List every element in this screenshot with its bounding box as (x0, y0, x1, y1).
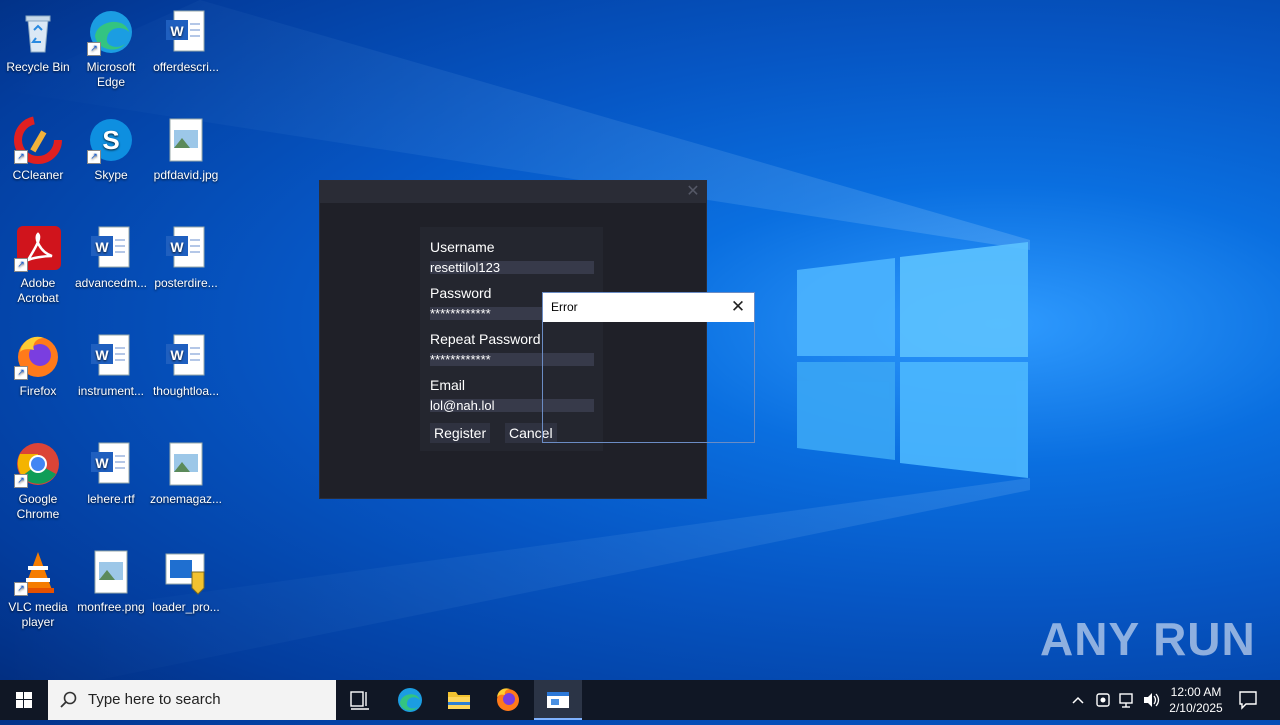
vlc-icon: ↗ (14, 548, 62, 596)
desktop-icon-loader-pro[interactable]: loader_pro... (148, 548, 224, 615)
shortcut-arrow-icon: ↗ (14, 258, 28, 272)
email-label: Email (430, 377, 466, 393)
taskbar: Type here to search 12:00 AM 2/10/2025 (0, 680, 1280, 720)
edge-icon (398, 688, 422, 712)
tray-app-icon[interactable] (1092, 680, 1114, 720)
desktop-icon-vlc[interactable]: ↗ VLC media player (0, 548, 76, 630)
edge-icon: ↗ (87, 8, 135, 56)
svg-text:W: W (170, 347, 184, 363)
desktop-icon-offerdescri[interactable]: W offerdescri... (148, 8, 224, 75)
clock-time: 12:00 AM (1170, 685, 1222, 699)
show-hidden-icons-button[interactable] (1068, 680, 1088, 720)
desktop-icon-recycle-bin[interactable]: Recycle Bin (0, 8, 76, 75)
folder-icon (448, 692, 470, 709)
image-file-icon (87, 548, 135, 596)
image-file-icon (162, 440, 210, 488)
search-placeholder: Type here to search (88, 691, 221, 708)
windows-logo (797, 242, 1028, 478)
word-document-icon: W (87, 440, 135, 488)
desktop-icon-instrument[interactable]: W instrument... (73, 332, 149, 399)
tray-device-icon (1096, 693, 1110, 707)
desktop-icon-adobe-acrobat[interactable]: ↗ Adobe Acrobat (0, 224, 76, 306)
app-window-icon (547, 692, 569, 708)
task-view-button[interactable] (336, 680, 384, 720)
error-dialog-titlebar[interactable]: Error ✕ (543, 293, 754, 322)
word-document-icon: W (87, 332, 135, 380)
window-titlebar[interactable]: ✕ (320, 181, 706, 203)
firefox-icon (497, 688, 519, 711)
svg-text:W: W (170, 23, 184, 39)
desktop-icon-ccleaner[interactable]: ↗ CCleaner (0, 116, 76, 183)
clock-date: 2/10/2025 (1169, 701, 1223, 715)
start-button[interactable] (0, 680, 48, 720)
installer-icon (162, 548, 210, 596)
image-file-icon (162, 116, 210, 164)
taskbar-file-explorer[interactable] (435, 680, 483, 720)
ccleaner-icon: ↗ (14, 116, 62, 164)
close-icon[interactable]: ✕ (684, 183, 702, 201)
register-button[interactable]: Register (430, 423, 491, 443)
task-view-icon (350, 691, 369, 710)
word-document-icon: W (87, 224, 135, 272)
taskbar-clock[interactable]: 12:00 AM 2/10/2025 (1162, 684, 1230, 716)
username-field[interactable]: resettilol123 (430, 261, 594, 274)
svg-text:S: S (102, 125, 119, 155)
svg-text:W: W (95, 455, 109, 471)
network-button[interactable] (1116, 680, 1138, 720)
word-document-icon: W (162, 332, 210, 380)
error-dialog-title: Error (551, 300, 578, 314)
notification-icon (1239, 691, 1257, 710)
shortcut-arrow-icon: ↗ (14, 582, 28, 596)
taskbar-edge[interactable] (386, 680, 434, 720)
chevron-up-icon (1072, 696, 1084, 704)
speaker-icon (1144, 693, 1160, 707)
skype-icon: S ↗ (87, 116, 135, 164)
desktop-icon-advancedm[interactable]: W advancedm... (73, 224, 149, 291)
desktop-icon-firefox[interactable]: ↗ Firefox (0, 332, 76, 399)
close-icon[interactable]: ✕ (728, 297, 748, 317)
desktop-icon-lehere[interactable]: W lehere.rtf (73, 440, 149, 507)
svg-text:W: W (170, 239, 184, 255)
shortcut-arrow-icon: ↗ (87, 42, 101, 56)
taskbar-search-box[interactable]: Type here to search (48, 680, 336, 720)
word-document-icon: W (162, 8, 210, 56)
anyrun-watermark: ANY RUN (1040, 613, 1256, 665)
error-dialog: Error ✕ (542, 292, 755, 443)
search-icon (60, 691, 77, 708)
windows-start-icon (16, 692, 32, 708)
desktop-icon-zonemagaz[interactable]: zonemagaz... (148, 440, 224, 507)
taskbar-register-app[interactable] (534, 680, 582, 720)
svg-text:W: W (95, 239, 109, 255)
desktop-icon-microsoft-edge[interactable]: ↗ Microsoft Edge (73, 8, 149, 90)
shortcut-arrow-icon: ↗ (87, 150, 101, 164)
desktop-icon-posterdire[interactable]: W posterdire... (148, 224, 224, 291)
desktop-icon-skype[interactable]: S ↗ Skype (73, 116, 149, 183)
word-document-icon: W (162, 224, 210, 272)
svg-text:W: W (95, 347, 109, 363)
username-label: Username (430, 239, 495, 255)
shortcut-arrow-icon: ↗ (14, 474, 28, 488)
chrome-icon: ↗ (14, 440, 62, 488)
volume-button[interactable] (1140, 680, 1162, 720)
desktop-icon-google-chrome[interactable]: ↗ Google Chrome (0, 440, 76, 522)
repeat-password-label: Repeat Password (430, 331, 541, 347)
network-icon (1119, 693, 1133, 708)
notifications-button[interactable] (1234, 680, 1262, 720)
desktop-icon-pdfdavid[interactable]: pdfdavid.jpg (148, 116, 224, 183)
acrobat-icon: ↗ (14, 224, 62, 272)
firefox-icon: ↗ (14, 332, 62, 380)
recycle-bin-icon (14, 8, 62, 56)
taskbar-firefox[interactable] (484, 680, 532, 720)
desktop-icon-thoughtloa[interactable]: W thoughtloa... (148, 332, 224, 399)
shortcut-arrow-icon: ↗ (14, 366, 28, 380)
desktop-icon-monfree[interactable]: monfree.png (73, 548, 149, 615)
shortcut-arrow-icon: ↗ (14, 150, 28, 164)
password-label: Password (430, 285, 492, 301)
